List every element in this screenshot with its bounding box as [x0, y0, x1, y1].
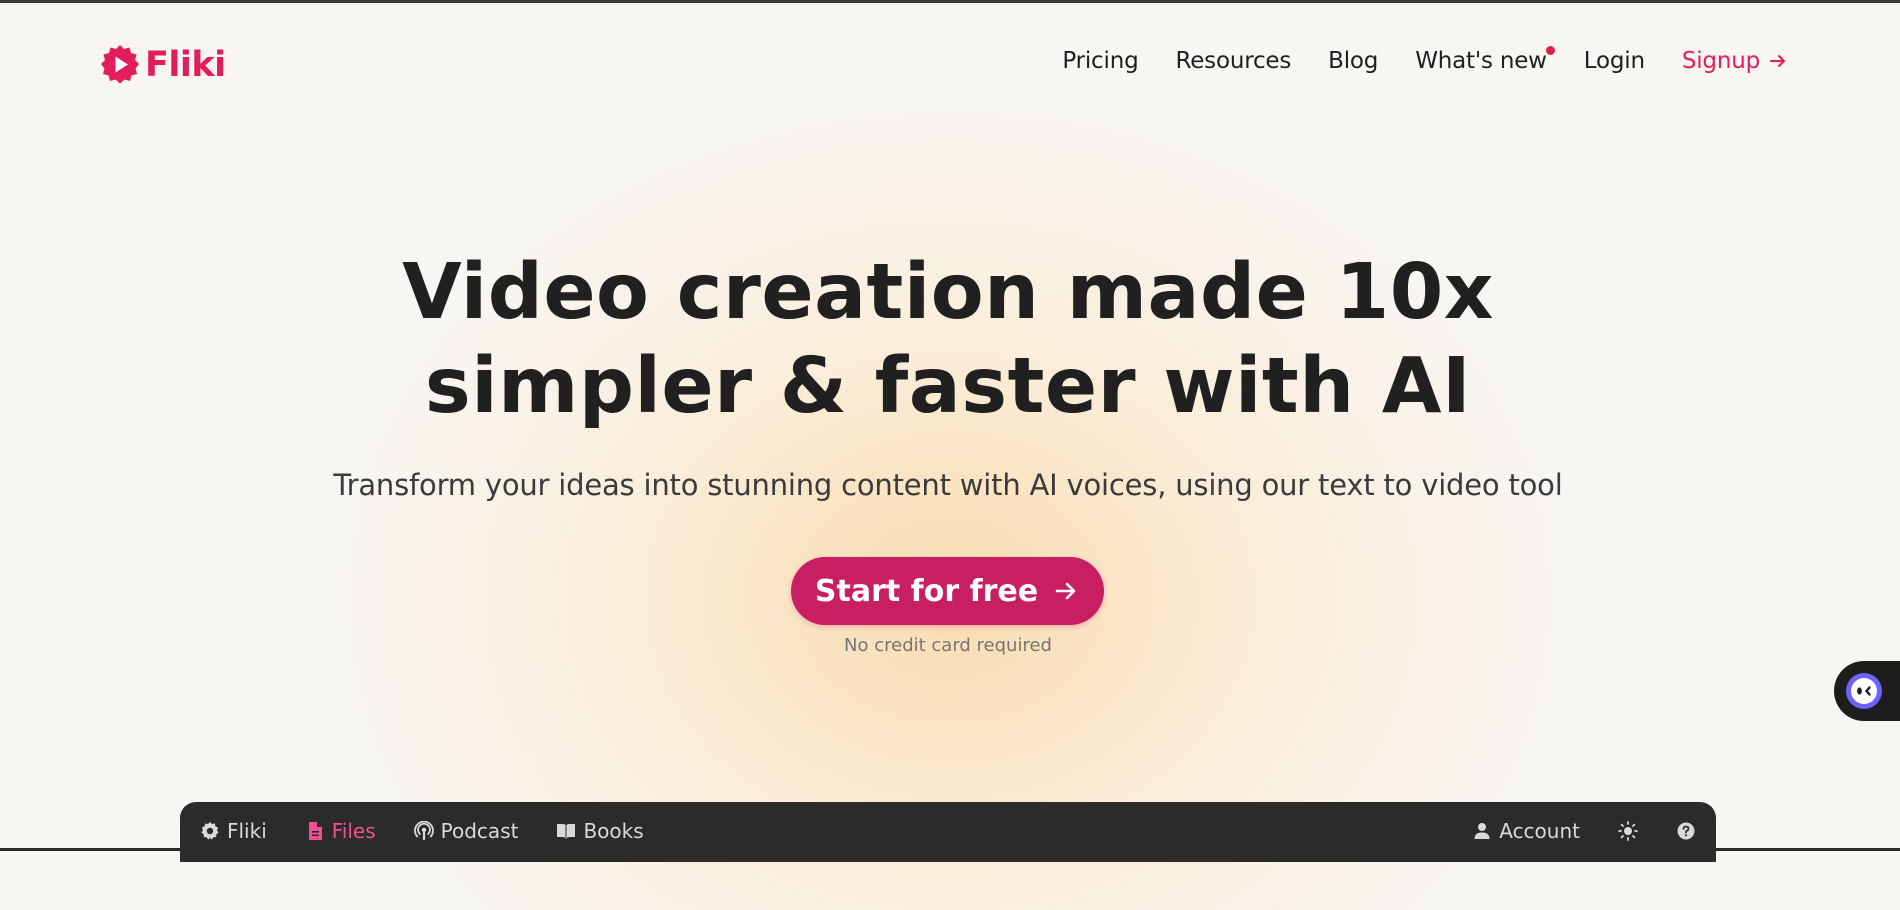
nav-login[interactable]: Login: [1584, 48, 1645, 74]
arrow-right-icon: [1768, 51, 1788, 71]
nav-whats-new[interactable]: What's new: [1415, 48, 1547, 74]
gear-icon: [200, 821, 220, 841]
tab-podcast-label: Podcast: [441, 819, 519, 843]
signup-link[interactable]: Signup: [1682, 48, 1788, 74]
book-icon: [556, 821, 576, 841]
main-nav: Pricing Resources Blog What's new Login …: [1062, 48, 1788, 74]
signup-label: Signup: [1682, 48, 1760, 74]
tab-books[interactable]: Books: [556, 819, 643, 843]
tab-books-label: Books: [583, 819, 643, 843]
nav-resources[interactable]: Resources: [1175, 48, 1291, 74]
nav-blog[interactable]: Blog: [1328, 48, 1378, 74]
help-icon: [1676, 821, 1696, 841]
no-credit-card-note: No credit card required: [0, 635, 1896, 656]
help-button[interactable]: [1676, 821, 1696, 841]
hero-title: Video creation made 10x simpler & faster…: [0, 246, 1896, 434]
app-preview-tabs: Fliki Files Podcast: [200, 819, 644, 843]
hero-title-line-2: simpler & faster with AI: [425, 342, 1471, 431]
nav-whats-new-label: What's new: [1415, 48, 1547, 74]
sun-icon: [1618, 821, 1638, 841]
tab-fliki[interactable]: Fliki: [200, 819, 267, 843]
file-icon: [305, 821, 325, 841]
logo-wordmark: Fliki: [145, 45, 226, 85]
nav-pricing[interactable]: Pricing: [1062, 48, 1138, 74]
window-top-border: [0, 0, 1900, 3]
podcast-icon: [414, 821, 434, 841]
start-for-free-button[interactable]: Start for free: [791, 557, 1104, 625]
tab-fliki-label: Fliki: [227, 819, 267, 843]
chat-bot-icon: [1845, 672, 1883, 710]
arrow-right-icon: [1052, 577, 1080, 605]
theme-toggle-button[interactable]: [1618, 821, 1638, 841]
hero-title-line-1: Video creation made 10x: [402, 248, 1494, 337]
new-indicator-dot: [1546, 46, 1555, 55]
cta-label: Start for free: [815, 574, 1038, 609]
tab-podcast[interactable]: Podcast: [414, 819, 519, 843]
tab-files[interactable]: Files: [305, 819, 376, 843]
hero-subtitle: Transform your ideas into stunning conte…: [0, 468, 1896, 502]
tab-files-label: Files: [332, 819, 376, 843]
app-preview-right-controls: Account: [1472, 819, 1696, 843]
account-button[interactable]: Account: [1472, 819, 1580, 843]
fliki-logo-icon: [99, 44, 141, 86]
user-icon: [1472, 821, 1492, 841]
account-label: Account: [1499, 819, 1580, 843]
fliki-logo[interactable]: Fliki: [99, 44, 226, 86]
chat-widget-button[interactable]: [1834, 661, 1900, 721]
app-preview-toolbar: Fliki Files Podcast: [180, 802, 1716, 862]
